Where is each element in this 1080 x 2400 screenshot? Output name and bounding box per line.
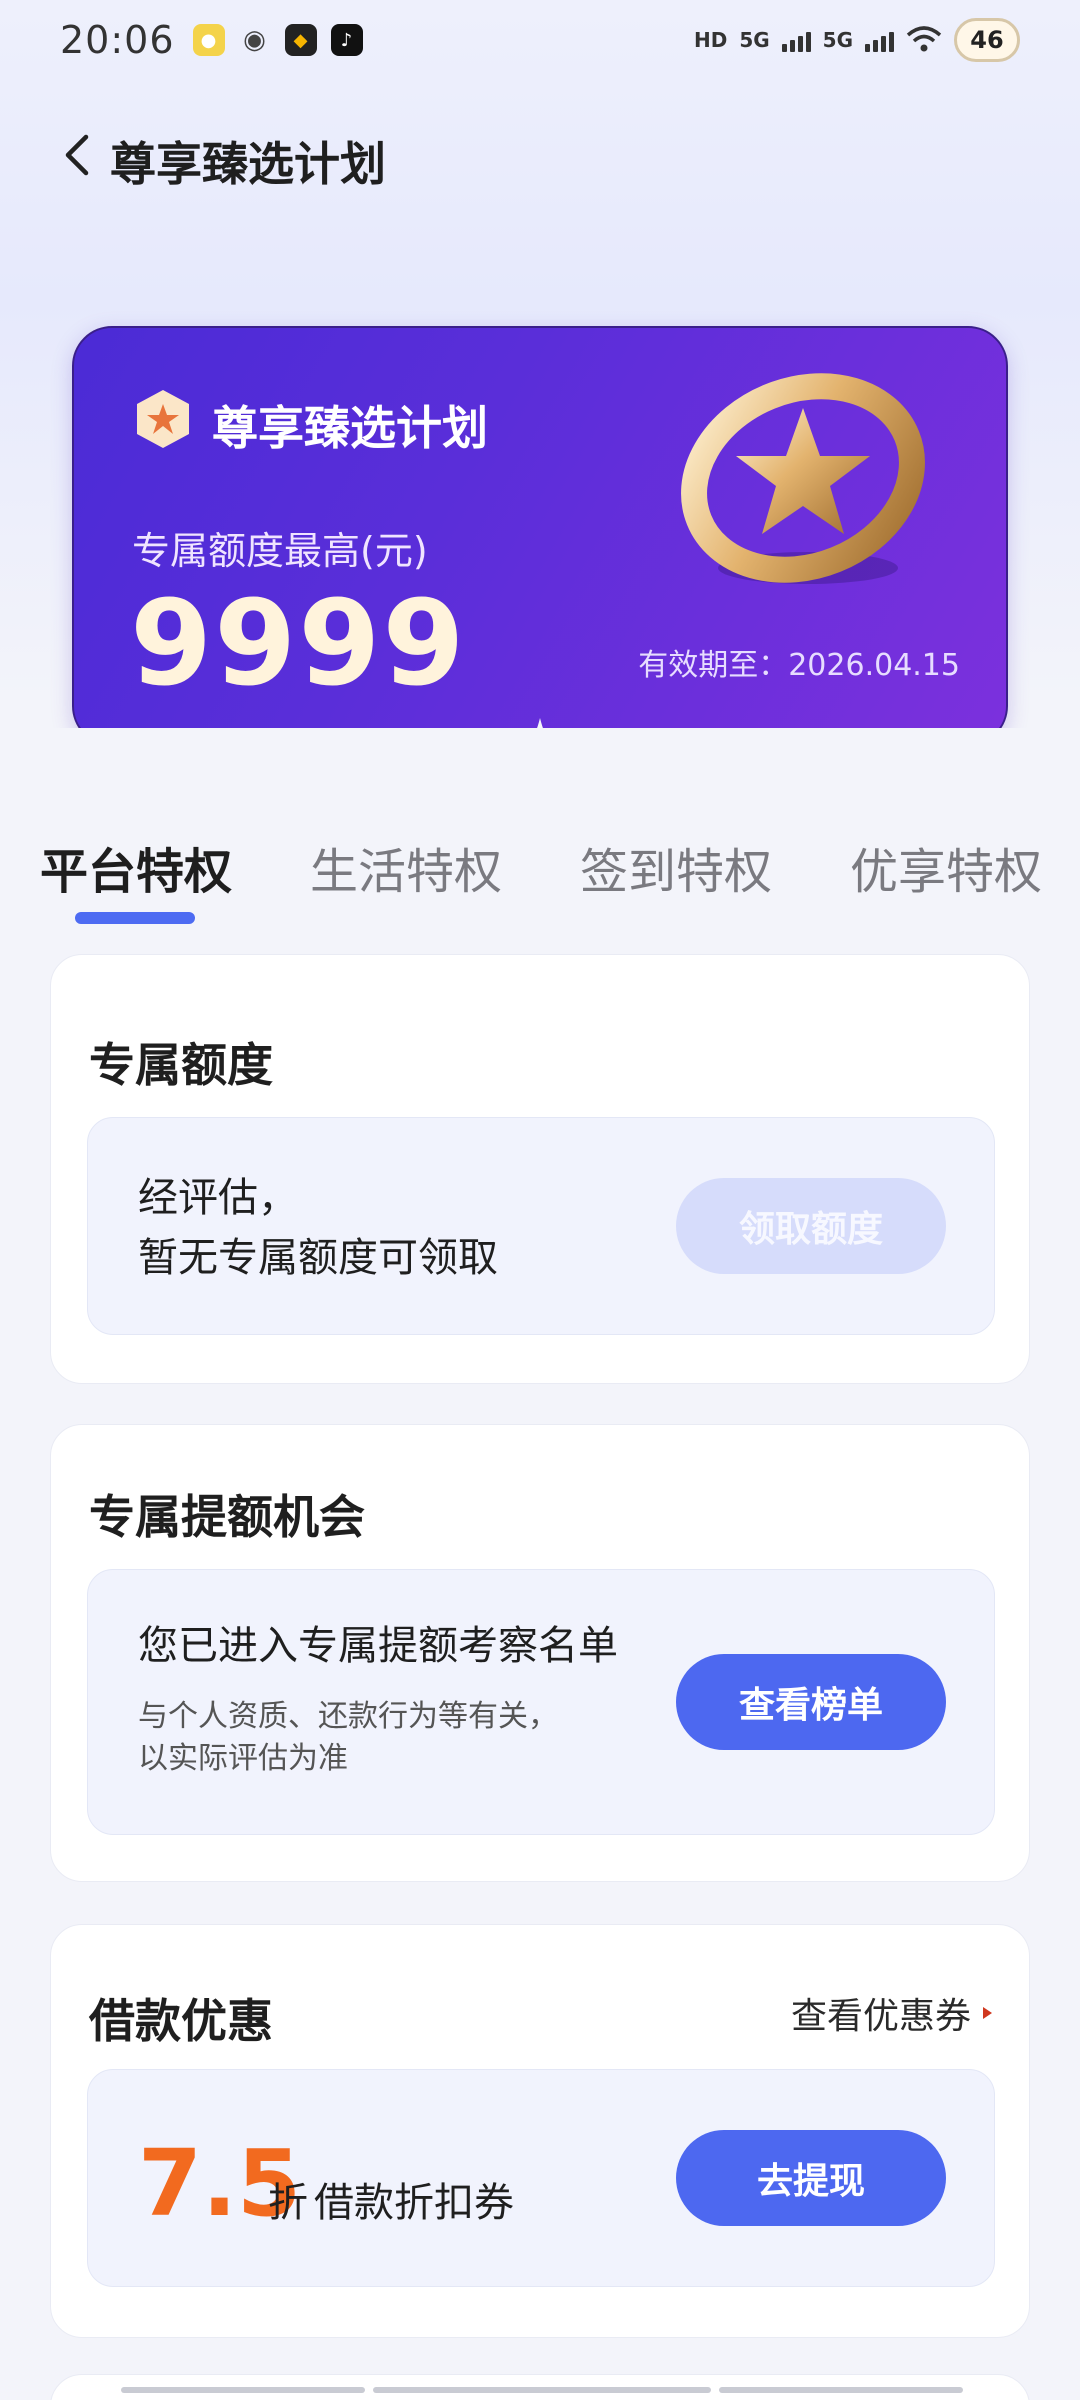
page: 20:06 ● ◉ ◆ ♪ HD 5G 5G 46 尊享臻选计划 尊享臻选计划 … — [0, 0, 1080, 2400]
battery-indicator: 46 — [954, 18, 1020, 62]
tab-platform[interactable]: 平台特权 — [40, 832, 232, 902]
app-icon: ◆ — [284, 24, 317, 56]
view-ranking-button[interactable]: 查看榜单 — [676, 1654, 946, 1750]
raise-note-1: 与个人资质、还款行为等有关， — [138, 1699, 558, 1734]
raise-panel: 您已进入专属提额考察名单 与个人资质、还款行为等有关， 以实际评估为准 查看榜单 — [87, 1569, 995, 1835]
wifi-icon — [906, 26, 942, 52]
raise-heading: 您已进入专属提额考察名单 — [138, 1623, 618, 1669]
wechat-icon: ◉ — [243, 25, 266, 55]
divider — [373, 2387, 711, 2393]
chevron-left-icon — [65, 134, 89, 176]
claim-limit-button[interactable]: 领取额度 — [676, 1178, 946, 1274]
triangle-right-icon — [983, 2007, 992, 2019]
view-coupons-link[interactable]: 查看优惠券 — [791, 1987, 993, 2039]
withdraw-button[interactable]: 去提现 — [676, 2130, 946, 2226]
page-title: 尊享臻选计划 — [110, 137, 386, 191]
sheet-notch — [518, 718, 562, 750]
divider — [719, 2387, 963, 2393]
network-5g-label-2: 5G — [822, 28, 853, 52]
hero-subtitle: 专属额度最高(元) — [132, 529, 428, 573]
status-right: HD 5G 5G 46 — [694, 18, 1020, 62]
coupon-panel: 7.5 折 借款折扣券 去提现 — [87, 2069, 995, 2287]
nav-bar: 尊享臻选计划 — [0, 110, 1080, 200]
raise-note-2: 以实际评估为准 — [138, 1741, 348, 1776]
status-time: 20:06 — [60, 18, 175, 62]
valid-date: 有效期至：2026.04.15 — [638, 648, 960, 683]
hd-icon: HD — [693, 28, 728, 52]
hero-amount: 9999 — [130, 574, 467, 712]
view-coupons-label: 查看优惠券 — [790, 1996, 971, 2037]
loan-discount-card: 借款优惠 查看优惠券 7.5 折 借款折扣券 去提现 — [50, 1924, 1030, 2338]
raise-limit-card: 专属提额机会 您已进入专属提额考察名单 与个人资质、还款行为等有关， 以实际评估… — [50, 1424, 1030, 1882]
star-badge-icon — [137, 390, 189, 448]
tab-indicator — [75, 912, 195, 924]
tiktok-icon: ♪ — [330, 24, 363, 56]
next-card-partial — [50, 2374, 1030, 2400]
limit-panel: 经评估， 暂无专属额度可领取 领取额度 — [87, 1117, 995, 1335]
card-title: 专属提额机会 — [89, 1490, 365, 1544]
limit-line2: 暂无专属额度可领取 — [138, 1235, 498, 1281]
tab-life[interactable]: 生活特权 — [310, 832, 502, 902]
tab-checkin[interactable]: 签到特权 — [580, 832, 772, 902]
discount-unit: 折 — [268, 2180, 308, 2226]
network-5g-label: 5G — [739, 28, 770, 52]
status-bar: 20:06 ● ◉ ◆ ♪ HD 5G 5G 46 — [0, 0, 1080, 80]
exclusive-limit-card: 专属额度 经评估， 暂无专属额度可领取 领取额度 — [50, 954, 1030, 1384]
hero-card: 尊享臻选计划 专属额度最高(元) 9999 有效期至：2026.04.15 — [72, 326, 1008, 746]
card-title: 借款优惠 — [89, 1994, 273, 2048]
game-app-icon: ● — [192, 24, 225, 56]
limit-line1: 经评估， — [138, 1175, 298, 1221]
back-button[interactable] — [52, 130, 102, 180]
status-app-icons: ● ◉ ◆ ♪ — [192, 24, 363, 56]
signal-icon-2 — [865, 28, 894, 52]
card-title: 专属额度 — [89, 1038, 273, 1092]
divider — [121, 2387, 365, 2393]
star-medal-icon — [681, 373, 925, 584]
signal-icon — [781, 28, 811, 52]
hero-title: 尊享臻选计划 — [212, 401, 488, 455]
tab-premium[interactable]: 优享特权 — [850, 832, 1042, 902]
tab-bar: 平台特权 生活特权 签到特权 优享特权 — [0, 832, 1080, 912]
coupon-name: 借款折扣券 — [314, 2180, 514, 2226]
